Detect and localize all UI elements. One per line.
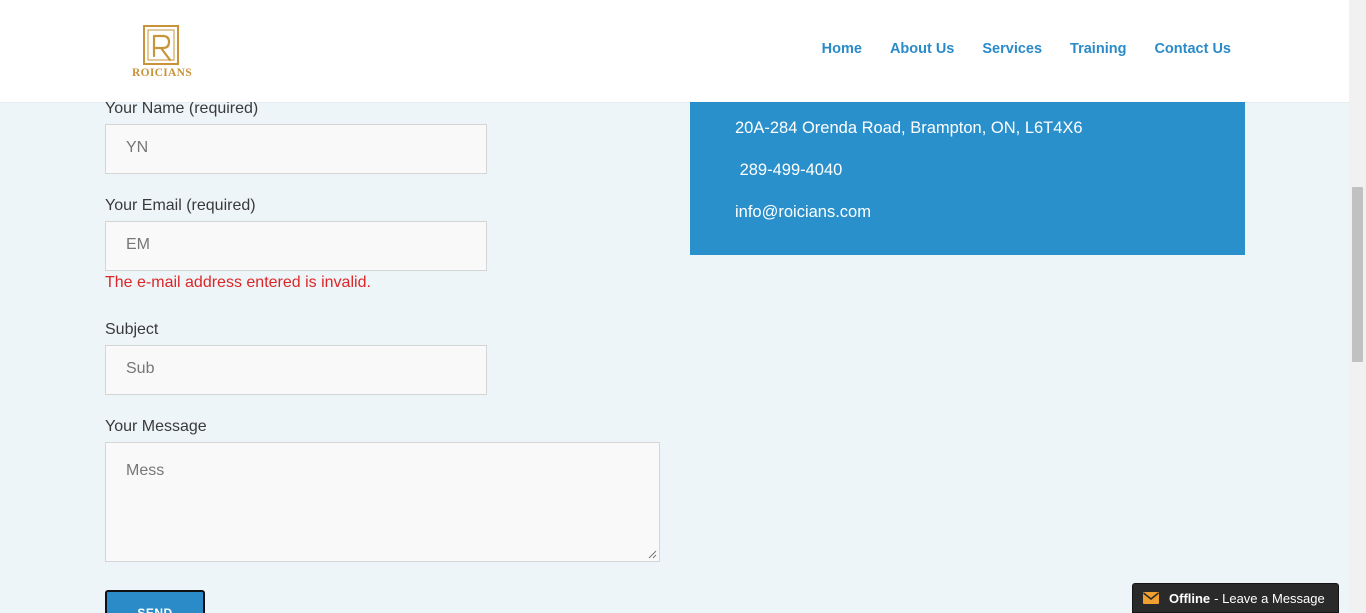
email-link[interactable]: info@roicians.com [735, 203, 871, 222]
name-field[interactable]: YN [105, 124, 487, 174]
phone-text[interactable]: 289-499-4040 [735, 161, 843, 180]
logo-text: ROICIANS [132, 67, 192, 79]
envelope-icon [1143, 592, 1159, 604]
nav-item-about-us[interactable]: About Us [890, 41, 954, 57]
page-scrollbar[interactable] [1349, 0, 1366, 613]
email-label: Your Email (required) [105, 197, 256, 214]
chat-widget[interactable]: Offline - Leave a Message [1132, 583, 1339, 613]
message-value: Mess [126, 462, 165, 479]
nav-item-training[interactable]: Training [1070, 41, 1126, 57]
main-nav: Home About Us Services Training Contact … [794, 41, 1231, 57]
subject-label: Subject [105, 321, 159, 338]
message-field[interactable]: Mess [105, 442, 660, 562]
message-label: Your Message [105, 418, 207, 435]
logo-mark-icon [143, 25, 179, 65]
nav-item-services[interactable]: Services [982, 41, 1042, 57]
site-header: ROICIANS Home About Us Services Training… [0, 0, 1349, 102]
site-logo[interactable]: ROICIANS [127, 22, 197, 84]
nav-item-home[interactable]: Home [822, 41, 862, 57]
email-field[interactable]: EM [105, 221, 487, 271]
send-button[interactable]: SEND [105, 590, 205, 613]
name-label: Your Name (required) [105, 100, 259, 117]
contact-info-box: 20A-284 Orenda Road, Brampton, ON, L6T4X… [690, 102, 1245, 255]
chat-text: - Leave a Message [1214, 590, 1325, 606]
scrollbar-thumb[interactable] [1352, 187, 1363, 362]
address-text: 20A-284 Orenda Road, Brampton, ON, L6T4X… [735, 119, 1083, 137]
subject-field[interactable]: Sub [105, 345, 487, 395]
email-error-message: The e-mail address entered is invalid. [105, 274, 371, 291]
nav-item-contact-us[interactable]: Contact Us [1154, 41, 1231, 57]
resize-handle-icon[interactable] [648, 550, 657, 559]
chat-status: Offline [1169, 590, 1211, 606]
